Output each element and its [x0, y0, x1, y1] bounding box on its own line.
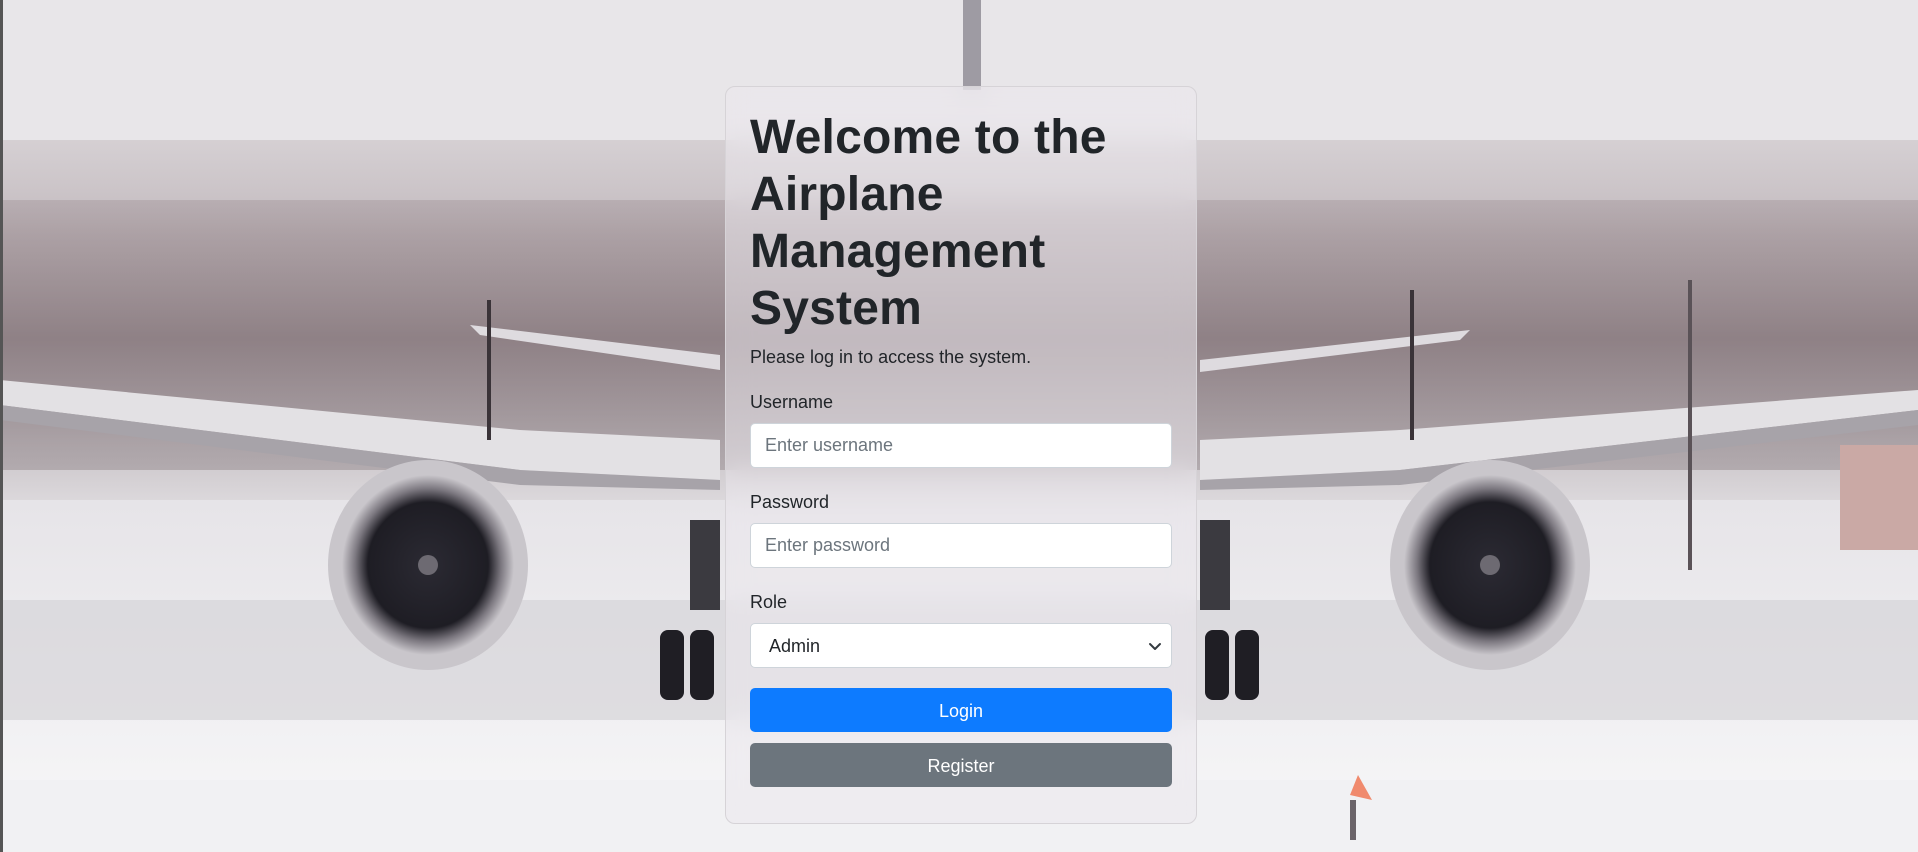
password-input[interactable]: [750, 523, 1172, 568]
login-card: Welcome to the Airplane Management Syste…: [725, 86, 1197, 824]
chevron-down-icon: [1149, 643, 1161, 650]
window-edge: [0, 0, 3, 852]
page-title: Welcome to the Airplane Management Syste…: [750, 111, 1107, 335]
role-selected-value: Admin: [769, 636, 821, 656]
login-subtitle: Please log in to access the system.: [750, 347, 1032, 367]
username-input[interactable]: [750, 423, 1172, 468]
role-select[interactable]: Admin: [750, 623, 1172, 668]
login-button[interactable]: Login: [750, 688, 1172, 732]
register-button[interactable]: Register: [750, 743, 1172, 787]
password-label: Password: [750, 492, 830, 512]
username-label: Username: [750, 392, 834, 412]
role-label: Role: [750, 592, 788, 612]
